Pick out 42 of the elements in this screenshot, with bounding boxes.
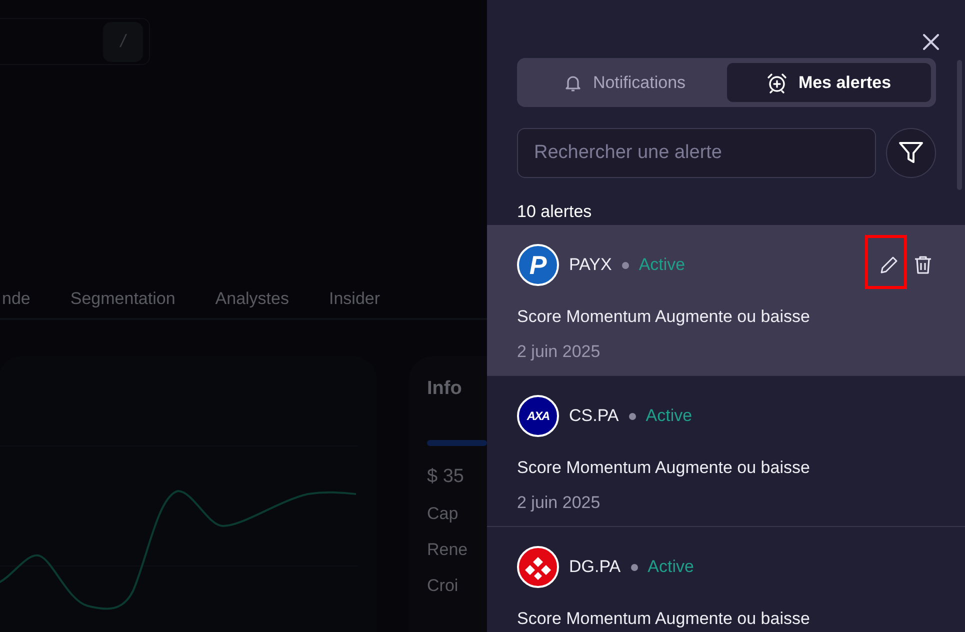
page-tab[interactable]: Segmentation (70, 287, 176, 318)
alert-item[interactable]: AXA CS.PA Active Score Momentum Augmente ou baisse 2 juin 2025 (487, 376, 965, 527)
info-label: Croi (427, 576, 460, 596)
status-label: Active (646, 406, 692, 426)
alert-item[interactable]: DG.PA Active Score Momentum Augmente ou baisse (487, 527, 965, 632)
panel-tab[interactable]: Mes alertes (726, 63, 931, 102)
trash-icon (914, 255, 932, 275)
alert-description: Score Momentum Augmente ou baisse (517, 457, 811, 479)
alert-description: Score Momentum Augmente ou baisse (517, 306, 811, 328)
company-logo: P (517, 244, 559, 286)
separator-dot (630, 564, 638, 570)
info-label: Rene (427, 540, 469, 560)
price-text: $ 35 (427, 466, 465, 488)
filter-button[interactable] (886, 128, 936, 178)
alert-item[interactable]: P PAYX Active Score Momentum Augmente ou baisse 2 juin 2025 (487, 225, 965, 376)
page-tab[interactable]: Insider (328, 287, 380, 318)
separator-dot (628, 412, 636, 420)
company-logo: AXA (517, 395, 559, 437)
info-label: Cap (427, 504, 460, 524)
company-logo (517, 546, 559, 588)
filter-icon (898, 140, 924, 166)
card-title: Info (427, 378, 463, 400)
alert-count: 10 alertes (517, 202, 593, 222)
ticker-symbol: CS.PA (569, 406, 619, 426)
search-field[interactable]: Rechercher une alerte (517, 128, 876, 178)
panel-tab[interactable]: Notifications (522, 63, 726, 102)
ticker-symbol: PAYX (569, 255, 612, 275)
status-label: Active (638, 255, 686, 275)
alarm-clock-icon (766, 72, 788, 94)
pencil-icon (879, 255, 899, 275)
page-tab[interactable]: nde (2, 287, 30, 318)
close-icon (923, 34, 939, 50)
accent-bar (427, 440, 487, 446)
alert-date: 2 juin 2025 (517, 341, 602, 363)
scrollbar[interactable] (957, 60, 962, 190)
alert-description: Score Momentum Augmente ou baisse (517, 608, 811, 630)
shortcut-key: / (103, 22, 143, 62)
page-tab[interactable]: Analystes (215, 287, 289, 318)
separator-dot (622, 262, 629, 268)
alert-date: 2 juin 2025 (517, 492, 602, 514)
ticker-symbol: DG.PA (569, 557, 621, 577)
status-label: Active (648, 557, 694, 577)
